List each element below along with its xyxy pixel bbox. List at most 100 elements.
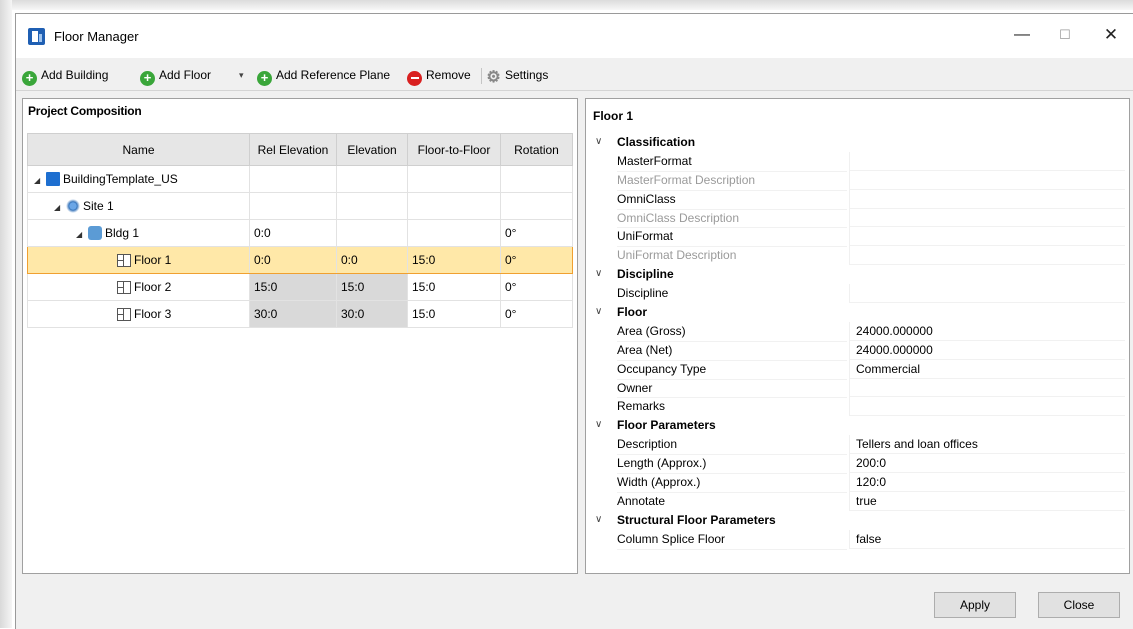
property-name: Annotate (617, 492, 847, 512)
rel-elevation-cell[interactable]: 0:0 (249, 246, 337, 274)
row-name: Floor 1 (134, 253, 172, 267)
property-row[interactable]: MasterFormat Description (586, 170, 1129, 191)
name-cell: ◢ Bldg 1 (27, 219, 250, 247)
rel-elevation-cell[interactable]: 0:0 (249, 219, 337, 247)
rotation-cell[interactable]: 0° (500, 273, 573, 301)
property-value[interactable]: 200:0 (849, 454, 1125, 474)
row-name: Floor 3 (134, 307, 172, 321)
property-value[interactable]: true (849, 491, 1125, 511)
composition-table: Name Rel Elevation Elevation Floor-to-Fl… (27, 133, 573, 328)
property-row[interactable]: OmniClass Description (586, 208, 1129, 229)
property-value[interactable] (849, 284, 1125, 304)
add-reference-plane-button[interactable]: + Add Reference Plane (257, 66, 390, 86)
maximize-button[interactable]: ☐ (1045, 22, 1085, 48)
property-row[interactable]: UniFormat Description (586, 246, 1129, 267)
rel-elevation-cell[interactable]: 15:0 (249, 273, 337, 301)
collapse-triangle-icon[interactable]: ◢ (76, 230, 88, 239)
elevation-cell[interactable]: 0:0 (336, 246, 408, 274)
add-building-button[interactable]: + Add Building (22, 66, 108, 86)
category-structural-floor-parameters[interactable]: ∨ Structural Floor Parameters (586, 510, 1129, 530)
column-header-floor-to-floor[interactable]: Floor-to-Floor (407, 133, 501, 166)
property-value[interactable] (849, 151, 1125, 171)
property-value[interactable]: Commercial (849, 359, 1125, 379)
add-floor-button[interactable]: + Add Floor (140, 66, 211, 86)
minimize-button[interactable]: — (1002, 22, 1042, 48)
property-value[interactable]: 120:0 (849, 473, 1125, 492)
add-floor-dropdown-arrow[interactable]: ▾ (239, 66, 244, 84)
property-value[interactable]: 24000.000000 (849, 321, 1125, 341)
property-name: Length (Approx.) (617, 454, 847, 475)
chevron-down-icon[interactable]: ∨ (595, 416, 602, 435)
property-value[interactable]: false (849, 529, 1125, 549)
property-value[interactable] (849, 227, 1125, 247)
chevron-down-icon[interactable]: ∨ (595, 265, 602, 284)
property-name: Owner (617, 379, 847, 399)
column-header-rel-elevation[interactable]: Rel Elevation (249, 133, 337, 166)
elevation-cell[interactable]: 30:0 (336, 300, 408, 328)
property-value[interactable] (849, 397, 1125, 417)
property-value[interactable] (849, 246, 1125, 266)
chevron-down-icon[interactable]: ∨ (595, 133, 602, 152)
close-window-button[interactable]: ✕ (1091, 22, 1131, 48)
property-value[interactable]: 24000.000000 (849, 340, 1125, 360)
settings-button[interactable]: ⚙ Settings (486, 66, 548, 86)
property-value[interactable] (849, 170, 1125, 190)
property-row[interactable]: OmniClass (586, 189, 1129, 210)
category-classification[interactable]: ∨ Classification (586, 133, 1129, 152)
floor-to-floor-cell[interactable]: 15:0 (407, 300, 501, 328)
elevation-cell[interactable]: 15:0 (336, 273, 408, 301)
table-row[interactable]: ◢ Bldg 1 0:0 0° (27, 219, 573, 247)
chevron-down-icon[interactable]: ∨ (595, 511, 602, 530)
table-row[interactable]: ◢ Site 1 (27, 192, 573, 220)
floor-to-floor-cell[interactable]: 15:0 (407, 246, 501, 274)
rotation-cell[interactable]: 0° (500, 300, 573, 328)
category-floor[interactable]: ∨ Floor (586, 303, 1129, 322)
category-floor-parameters[interactable]: ∨ Floor Parameters (586, 416, 1129, 436)
property-row[interactable]: Width (Approx.) 120:0 (586, 473, 1129, 493)
category-label: Floor (617, 305, 647, 320)
background-window-edge-left (0, 0, 12, 628)
apply-button[interactable]: Apply (934, 592, 1016, 618)
chevron-down-icon[interactable]: ∨ (595, 303, 602, 322)
category-discipline[interactable]: ∨ Discipline (586, 265, 1129, 285)
column-header-rotation[interactable]: Rotation (500, 133, 573, 166)
column-header-name[interactable]: Name (27, 133, 250, 166)
table-row-selected[interactable]: Floor 1 0:0 0:0 15:0 0° (27, 246, 573, 274)
property-value[interactable] (849, 208, 1125, 228)
property-row[interactable]: Column Splice Floor false (586, 529, 1129, 550)
property-row[interactable]: Area (Gross) 24000.000000 (586, 321, 1129, 342)
property-name: MasterFormat (617, 152, 847, 172)
property-value[interactable]: Tellers and loan offices (849, 435, 1125, 455)
table-row[interactable]: Floor 3 30:0 30:0 15:0 0° (27, 300, 573, 328)
table-row[interactable]: ◢ BuildingTemplate_US (27, 165, 573, 193)
close-button[interactable]: Close (1038, 592, 1120, 618)
floor-to-floor-cell[interactable]: 15:0 (407, 273, 501, 301)
toolbar-separator (481, 68, 482, 84)
rotation-cell[interactable]: 0° (500, 246, 573, 274)
properties-pane: Floor 1 ∨ Classification MasterFormat Mas… (585, 98, 1130, 574)
remove-button[interactable]: Remove (407, 66, 471, 86)
table-row[interactable]: Floor 2 15:0 15:0 15:0 0° (27, 273, 573, 301)
property-row[interactable]: Occupancy Type Commercial (586, 359, 1129, 380)
property-name: UniFormat Description (617, 246, 847, 267)
property-name: OmniClass (617, 190, 847, 210)
property-row[interactable]: Remarks (586, 397, 1129, 418)
rel-elevation-cell[interactable]: 30:0 (249, 300, 337, 328)
property-row[interactable]: Owner (586, 378, 1129, 399)
column-header-elevation[interactable]: Elevation (336, 133, 408, 166)
property-row[interactable]: Description Tellers and loan offices (586, 435, 1129, 456)
site-icon (66, 199, 80, 213)
property-value[interactable] (849, 189, 1125, 209)
property-row[interactable]: Area (Net) 24000.000000 (586, 340, 1129, 361)
property-value[interactable] (849, 378, 1125, 398)
property-row[interactable]: Annotate true (586, 491, 1129, 512)
collapse-triangle-icon[interactable]: ◢ (54, 203, 66, 212)
window-title: Floor Manager (54, 29, 139, 44)
property-row[interactable]: UniFormat (586, 227, 1129, 248)
property-row[interactable]: Length (Approx.) 200:0 (586, 454, 1129, 475)
property-row[interactable]: Discipline (586, 284, 1129, 305)
property-row[interactable]: MasterFormat (586, 151, 1129, 172)
floor-to-floor-cell (407, 192, 501, 220)
rotation-cell[interactable]: 0° (500, 219, 573, 247)
collapse-triangle-icon[interactable]: ◢ (34, 176, 46, 185)
